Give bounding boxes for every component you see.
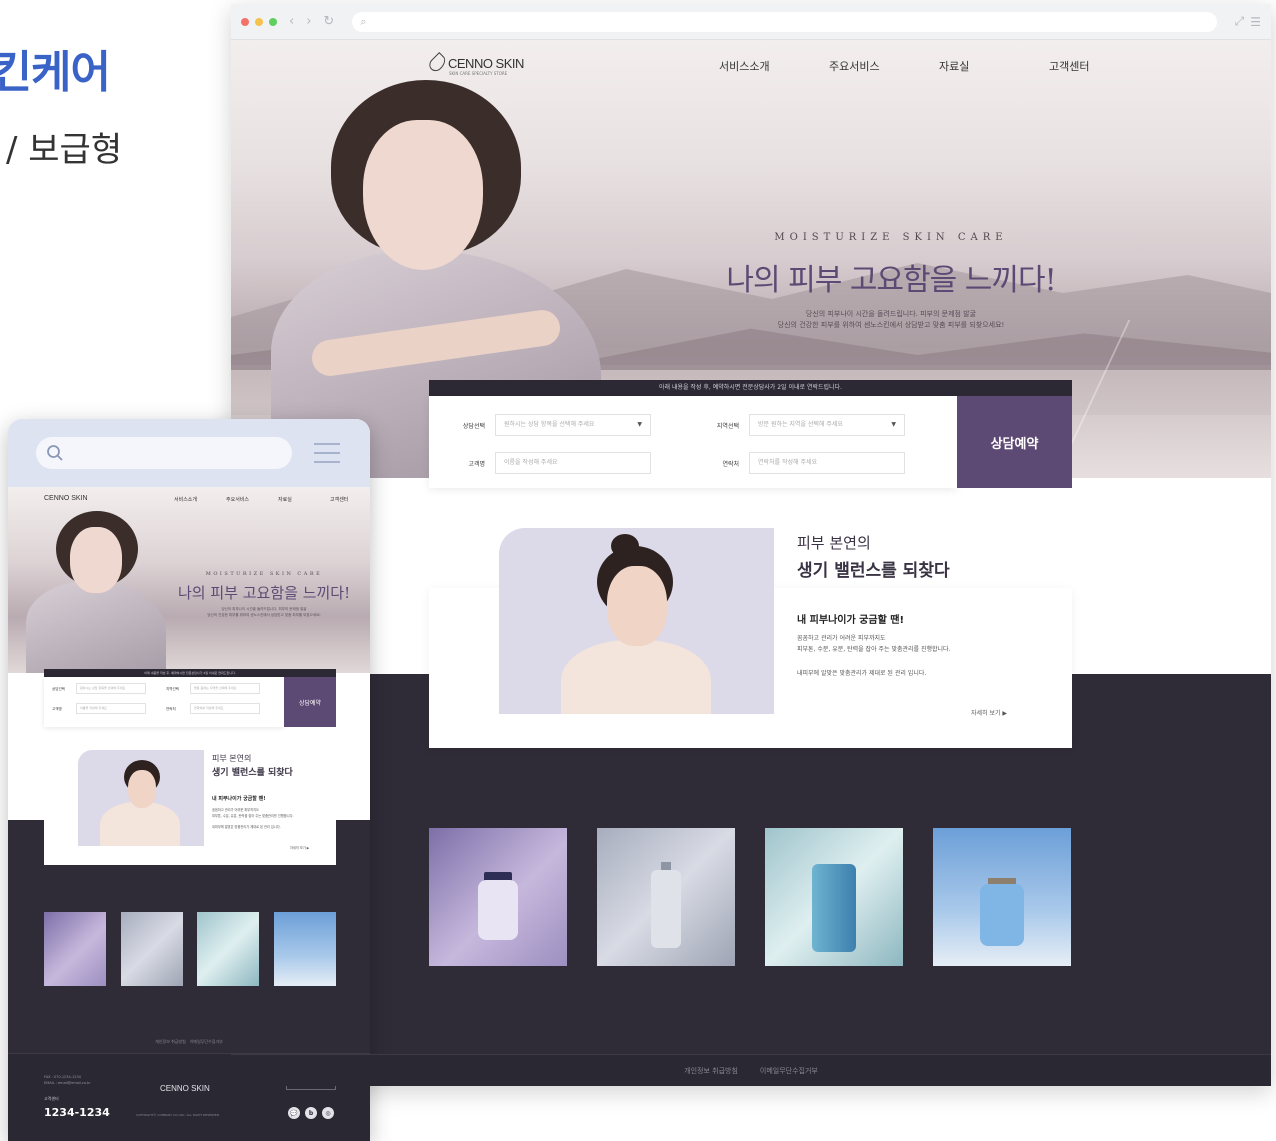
maximize-window-icon[interactable]: [269, 17, 277, 26]
hero-title: 나의 피부 고요함을 느끼다!: [726, 263, 1056, 298]
region-select[interactable]: 방문 원하는 지역을 선택해 주세요 ▼: [749, 414, 905, 436]
phone-input[interactable]: 연락처를 작성해 주세요: [749, 452, 905, 474]
reserve-button[interactable]: 상담예약: [957, 396, 1072, 488]
dropdown-arrow-icon: ▼: [891, 421, 896, 428]
customer-phone: 1234-1234: [44, 1106, 110, 1119]
main-nav: 서비스소개 주요서비스 자료실 고객센터: [719, 58, 1159, 74]
hero-eyebrow: MOISTURIZE SKIN CARE: [774, 232, 1008, 243]
product-image-1[interactable]: [429, 828, 567, 966]
browser-toolbar: ‹ › ↻ ⌕ ⤢ ☰: [231, 4, 1271, 40]
mobile-search-input[interactable]: [36, 437, 292, 469]
search-icon: [47, 445, 63, 461]
booking-notice: 아래 내용을 작성 후, 예약하시면 전문상담사가 2일 이내로 연락드립니다.: [429, 380, 1072, 396]
mobile-reserve-button[interactable]: 상담예약: [284, 677, 336, 727]
desktop-footer: 개인정보 취급방침 이메일무단수집거부: [231, 1054, 1271, 1086]
mobile-booking-notice: 아래 내용을 작성 후, 예약하시면 전문상담사가 2일 이내로 연락드립니다.: [44, 669, 336, 677]
social-links: 💬 b ◎: [288, 1107, 334, 1119]
mobile-mockup: CENNO SKIN 서비스소개 주요서비스 자료실 고객센터 MOISTURI…: [8, 419, 370, 1141]
footer-logo: CENNO SKIN: [160, 1084, 210, 1093]
mobile-hero-copy: MOISTURIZE SKIN CARE 나의 피부 고요함을 느끼다! 당신의…: [178, 571, 351, 617]
desktop-mockup: ‹ › ↻ ⌕ ⤢ ☰ CENNO SKIN SKIN CARE SPECIAL…: [231, 4, 1271, 1086]
nav-item-customer-center[interactable]: 고객센터: [1049, 58, 1159, 74]
hero-description: 당신의 피부나이 시간을 돌려드립니다. 피부의 문제점 발굴 당신의 건강한 …: [777, 310, 1005, 329]
mobile-product-image-4[interactable]: [274, 912, 336, 986]
consult-select[interactable]: 원하시는 상담 항목을 선택해 주세요 ▼: [495, 414, 651, 436]
balance-title-line2: 생기 밸런스를 되찾다: [797, 561, 950, 581]
mobile-more-link[interactable]: 자세히 보기 ▶: [290, 845, 309, 850]
mobile-phone-input[interactable]: 연락처를 작성해 주세요: [190, 703, 260, 714]
no-email-link[interactable]: 이메일무단수집거부: [760, 1066, 818, 1076]
more-link[interactable]: 자세히 보기 ▶: [971, 708, 1007, 717]
address-bar[interactable]: ⌕: [352, 11, 1217, 32]
mobile-name-input[interactable]: 이름을 작성해 주세요: [76, 703, 146, 714]
talk-icon[interactable]: 💬: [288, 1107, 300, 1119]
mobile-hero-model-image: [26, 511, 166, 673]
nav-item-service-intro[interactable]: 서비스소개: [719, 58, 829, 74]
back-icon[interactable]: ‹: [289, 14, 294, 29]
mobile-region-select[interactable]: 방문 원하는 지역을 선택해 주세요: [190, 683, 260, 694]
mobile-balance-model-image: [78, 750, 204, 846]
nav-item-main-service[interactable]: 주요서비스: [829, 58, 939, 74]
mobile-product-image-1[interactable]: [44, 912, 106, 986]
mobile-footer-links: 개인정보 취급방침 이메일무단수집거부: [155, 1039, 223, 1044]
hero-copy: MOISTURIZE SKIN CARE 나의 피부 고요함을 느끼다! 당신의…: [701, 232, 1081, 330]
page-title: 스킨케어: [0, 47, 111, 98]
refresh-icon[interactable]: ↻: [323, 14, 334, 29]
minimize-window-icon[interactable]: [255, 17, 263, 26]
product-image-4[interactable]: [933, 828, 1071, 966]
droplet-icon: [426, 52, 449, 74]
menu-icon[interactable]: ☰: [1250, 15, 1261, 29]
card-title: 내 피부나이가 궁금할 땐!: [797, 615, 905, 626]
share-icon[interactable]: ⤢: [1235, 14, 1245, 29]
product-image-2[interactable]: [597, 828, 735, 966]
booking-form: 상담선택 원하시는 상담 항목을 선택해 주세요 ▼ 지역선택 방문 원하는 지역…: [429, 396, 957, 488]
name-input[interactable]: 이름을 작성해 주세요: [495, 452, 651, 474]
mobile-toolbar: [8, 419, 370, 487]
close-window-icon[interactable]: [241, 17, 249, 26]
dropdown-arrow-icon: ▼: [637, 421, 642, 428]
nav-item-resources[interactable]: 자료실: [939, 58, 1049, 74]
mobile-booking-form: 상담선택 원하시는 상담 항목을 선택해 주세요 지역선택 방문 원하는 지역을…: [44, 677, 284, 727]
balance-title-line1: 피부 본연의: [797, 534, 871, 552]
copyright: COPYRIGHT© COMPANY CO.,INC. ALL RIGHT RE…: [136, 1113, 221, 1117]
mobile-product-image-3[interactable]: [197, 912, 259, 986]
mobile-logo[interactable]: CENNO SKIN: [44, 495, 88, 502]
mobile-consult-select[interactable]: 원하시는 상담 항목을 선택해 주세요: [76, 683, 146, 694]
privacy-link[interactable]: 개인정보 취급방침: [684, 1066, 738, 1076]
forward-icon[interactable]: ›: [306, 14, 311, 29]
blog-icon[interactable]: b: [305, 1107, 317, 1119]
instagram-icon[interactable]: ◎: [322, 1107, 334, 1119]
balance-model-image: [499, 528, 774, 714]
hamburger-icon[interactable]: [314, 443, 340, 463]
mobile-nav: 서비스소개 주요서비스 자료실 고객센터: [174, 497, 349, 503]
product-image-3[interactable]: [765, 828, 903, 966]
mobile-product-image-2[interactable]: [121, 912, 183, 986]
page-subtitle: / 보급형: [6, 130, 123, 170]
site-logo[interactable]: CENNO SKIN SKIN CARE SPECIALTY STORE: [426, 52, 524, 76]
search-icon: ⌕: [360, 14, 367, 28]
showcase: 스킨케어 / 보급형 ‹ › ↻ ⌕ ⤢ ☰ CENNO SKIN: [0, 0, 1276, 1141]
